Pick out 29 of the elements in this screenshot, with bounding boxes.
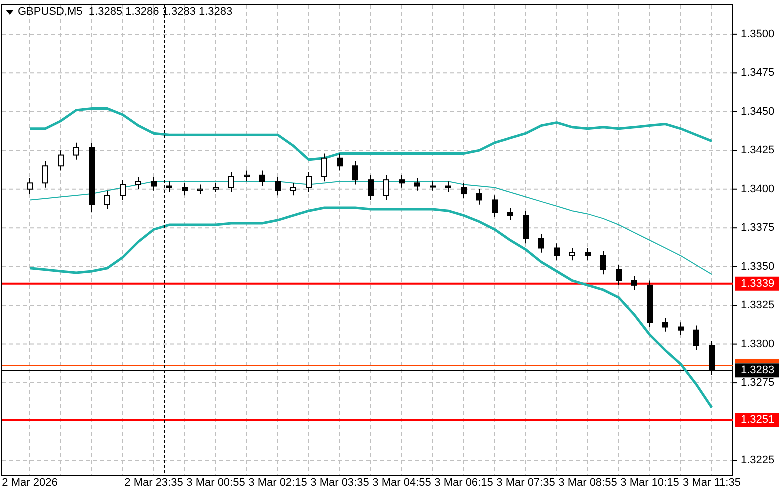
x-tick-label: 3 Mar 11:35	[683, 477, 741, 489]
y-tick-label: 1.3325	[741, 300, 775, 312]
x-tick-label: 3 Mar 06:15	[434, 477, 494, 489]
x-tick-label: 3 Mar 04:55	[372, 477, 432, 489]
x-tick-label: 2 Mar 23:35	[124, 477, 184, 489]
y-tick-label: 1.3425	[741, 144, 775, 157]
y-tick-label: 1.3475	[741, 67, 775, 80]
price-label: 1.3339	[735, 276, 779, 291]
price-label: 1.3283	[735, 364, 779, 378]
x-tick-label: 3 Mar 10:15	[620, 477, 680, 489]
ref-line-label: 1.3251	[741, 414, 775, 426]
y-tick-label: 1.3400	[741, 183, 775, 196]
y-tick-label: 1.3500	[741, 28, 775, 40]
x-tick-label: 3 Mar 02:15	[248, 477, 308, 489]
ref-line-label: 1.3283	[741, 364, 775, 377]
y-tick-label: 1.3350	[741, 260, 775, 273]
ref-line-label: 1.3339	[741, 278, 775, 290]
y-tick-label: 1.3450	[741, 106, 775, 118]
x-tick-label: 3 Mar 07:35	[496, 477, 556, 489]
chart-title: GBPUSD,M5 1.3285 1.3286 1.3283 1.3283	[18, 6, 233, 18]
y-tick-label: 1.3375	[741, 222, 775, 234]
x-tick-label: 2 Mar 2026	[2, 477, 58, 489]
y-tick-label: 1.3225	[741, 454, 775, 466]
x-tick-label: 3 Mar 08:55	[558, 477, 618, 489]
y-tick-label: 1.3275	[741, 377, 775, 390]
y-tick-label: 1.3300	[741, 338, 775, 350]
price-label: 1.3251	[735, 413, 779, 428]
x-tick-label: 3 Mar 00:55	[186, 477, 246, 489]
x-tick-label: 3 Mar 03:35	[310, 477, 370, 489]
